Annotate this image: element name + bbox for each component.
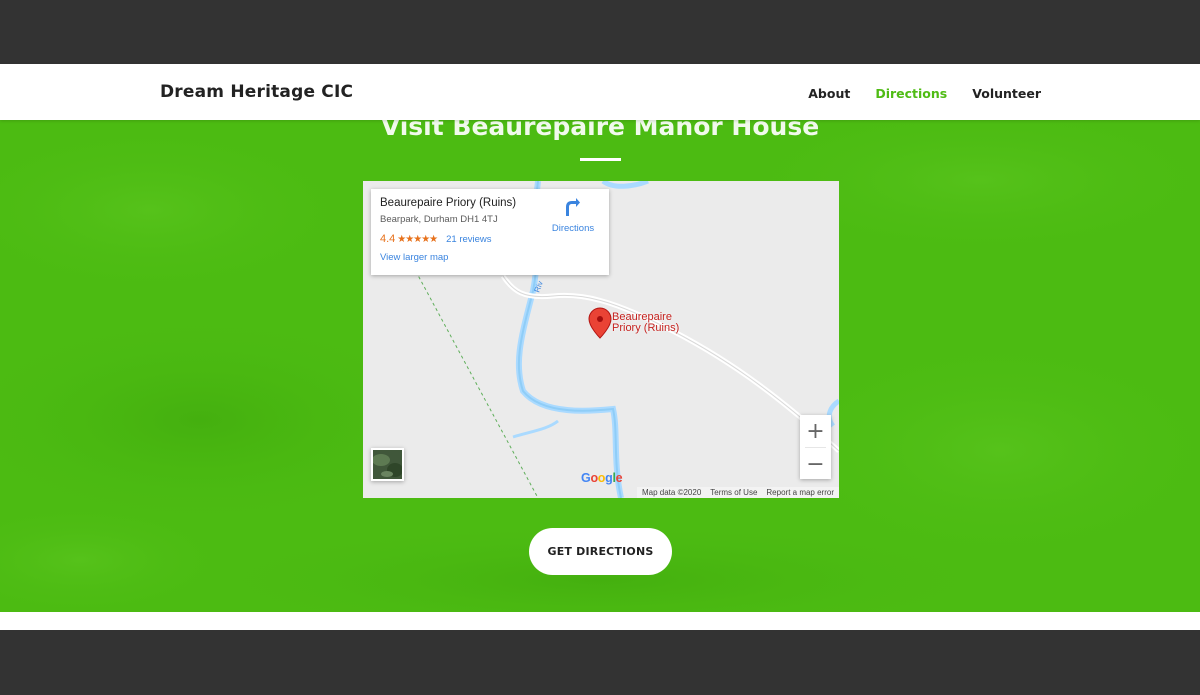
terms-link[interactable]: Terms of Use <box>710 488 757 497</box>
footer-divider <box>0 612 1200 630</box>
directions-arrow-icon <box>566 198 580 216</box>
zoom-out-button[interactable]: − <box>800 448 831 480</box>
map-attribution: Map data ©2020 Terms of Use Report a map… <box>637 487 839 498</box>
map-pin-icon <box>588 307 612 339</box>
pin-label: Beaurepaire Priory (Ruins) <box>612 312 679 334</box>
navbar: Dream Heritage CIC About Directions Volu… <box>0 64 1200 120</box>
bottom-dark-band <box>0 630 1200 695</box>
rating-value: 4.4 <box>380 233 396 245</box>
satellite-toggle[interactable] <box>371 448 404 481</box>
view-larger-map-link[interactable]: View larger map <box>380 252 600 263</box>
top-dark-band <box>0 0 1200 64</box>
nav-volunteer[interactable]: Volunteer <box>972 86 1041 101</box>
zoom-in-button[interactable]: + <box>800 415 831 447</box>
map-data-text: Map data ©2020 <box>642 488 702 497</box>
pin-label-line2: Priory (Ruins) <box>612 322 680 334</box>
zoom-controls: + − <box>800 415 831 479</box>
reviews-link[interactable]: 21 reviews <box>446 234 491 245</box>
title-divider <box>580 158 621 161</box>
place-info-card: Beaurepaire Priory (Ruins) Bearpark, Dur… <box>371 189 609 275</box>
main-nav: About Directions Volunteer <box>808 86 1041 101</box>
directions-label: Directions <box>551 223 595 234</box>
site-brand[interactable]: Dream Heritage CIC <box>160 82 353 102</box>
embedded-map[interactable]: Riv Beaurepaire Priory (Ruins) Bearpark,… <box>363 181 839 498</box>
report-error-link[interactable]: Report a map error <box>766 488 834 497</box>
star-rating-icon: ★★★★★ <box>397 233 438 245</box>
page-title: Visit Beaurepaire Manor House <box>380 120 820 141</box>
nav-directions[interactable]: Directions <box>875 86 947 101</box>
directions-link[interactable]: Directions <box>549 198 597 234</box>
satellite-thumbnail-icon <box>373 450 402 479</box>
hero-section: Visit Beaurepaire Manor House Riv Beaure… <box>0 120 1200 612</box>
google-logo: Google <box>581 471 623 485</box>
rating-row: 4.4 ★★★★★ 21 reviews <box>380 233 600 245</box>
get-directions-button[interactable]: GET DIRECTIONS <box>529 528 672 575</box>
nav-about[interactable]: About <box>808 86 850 101</box>
